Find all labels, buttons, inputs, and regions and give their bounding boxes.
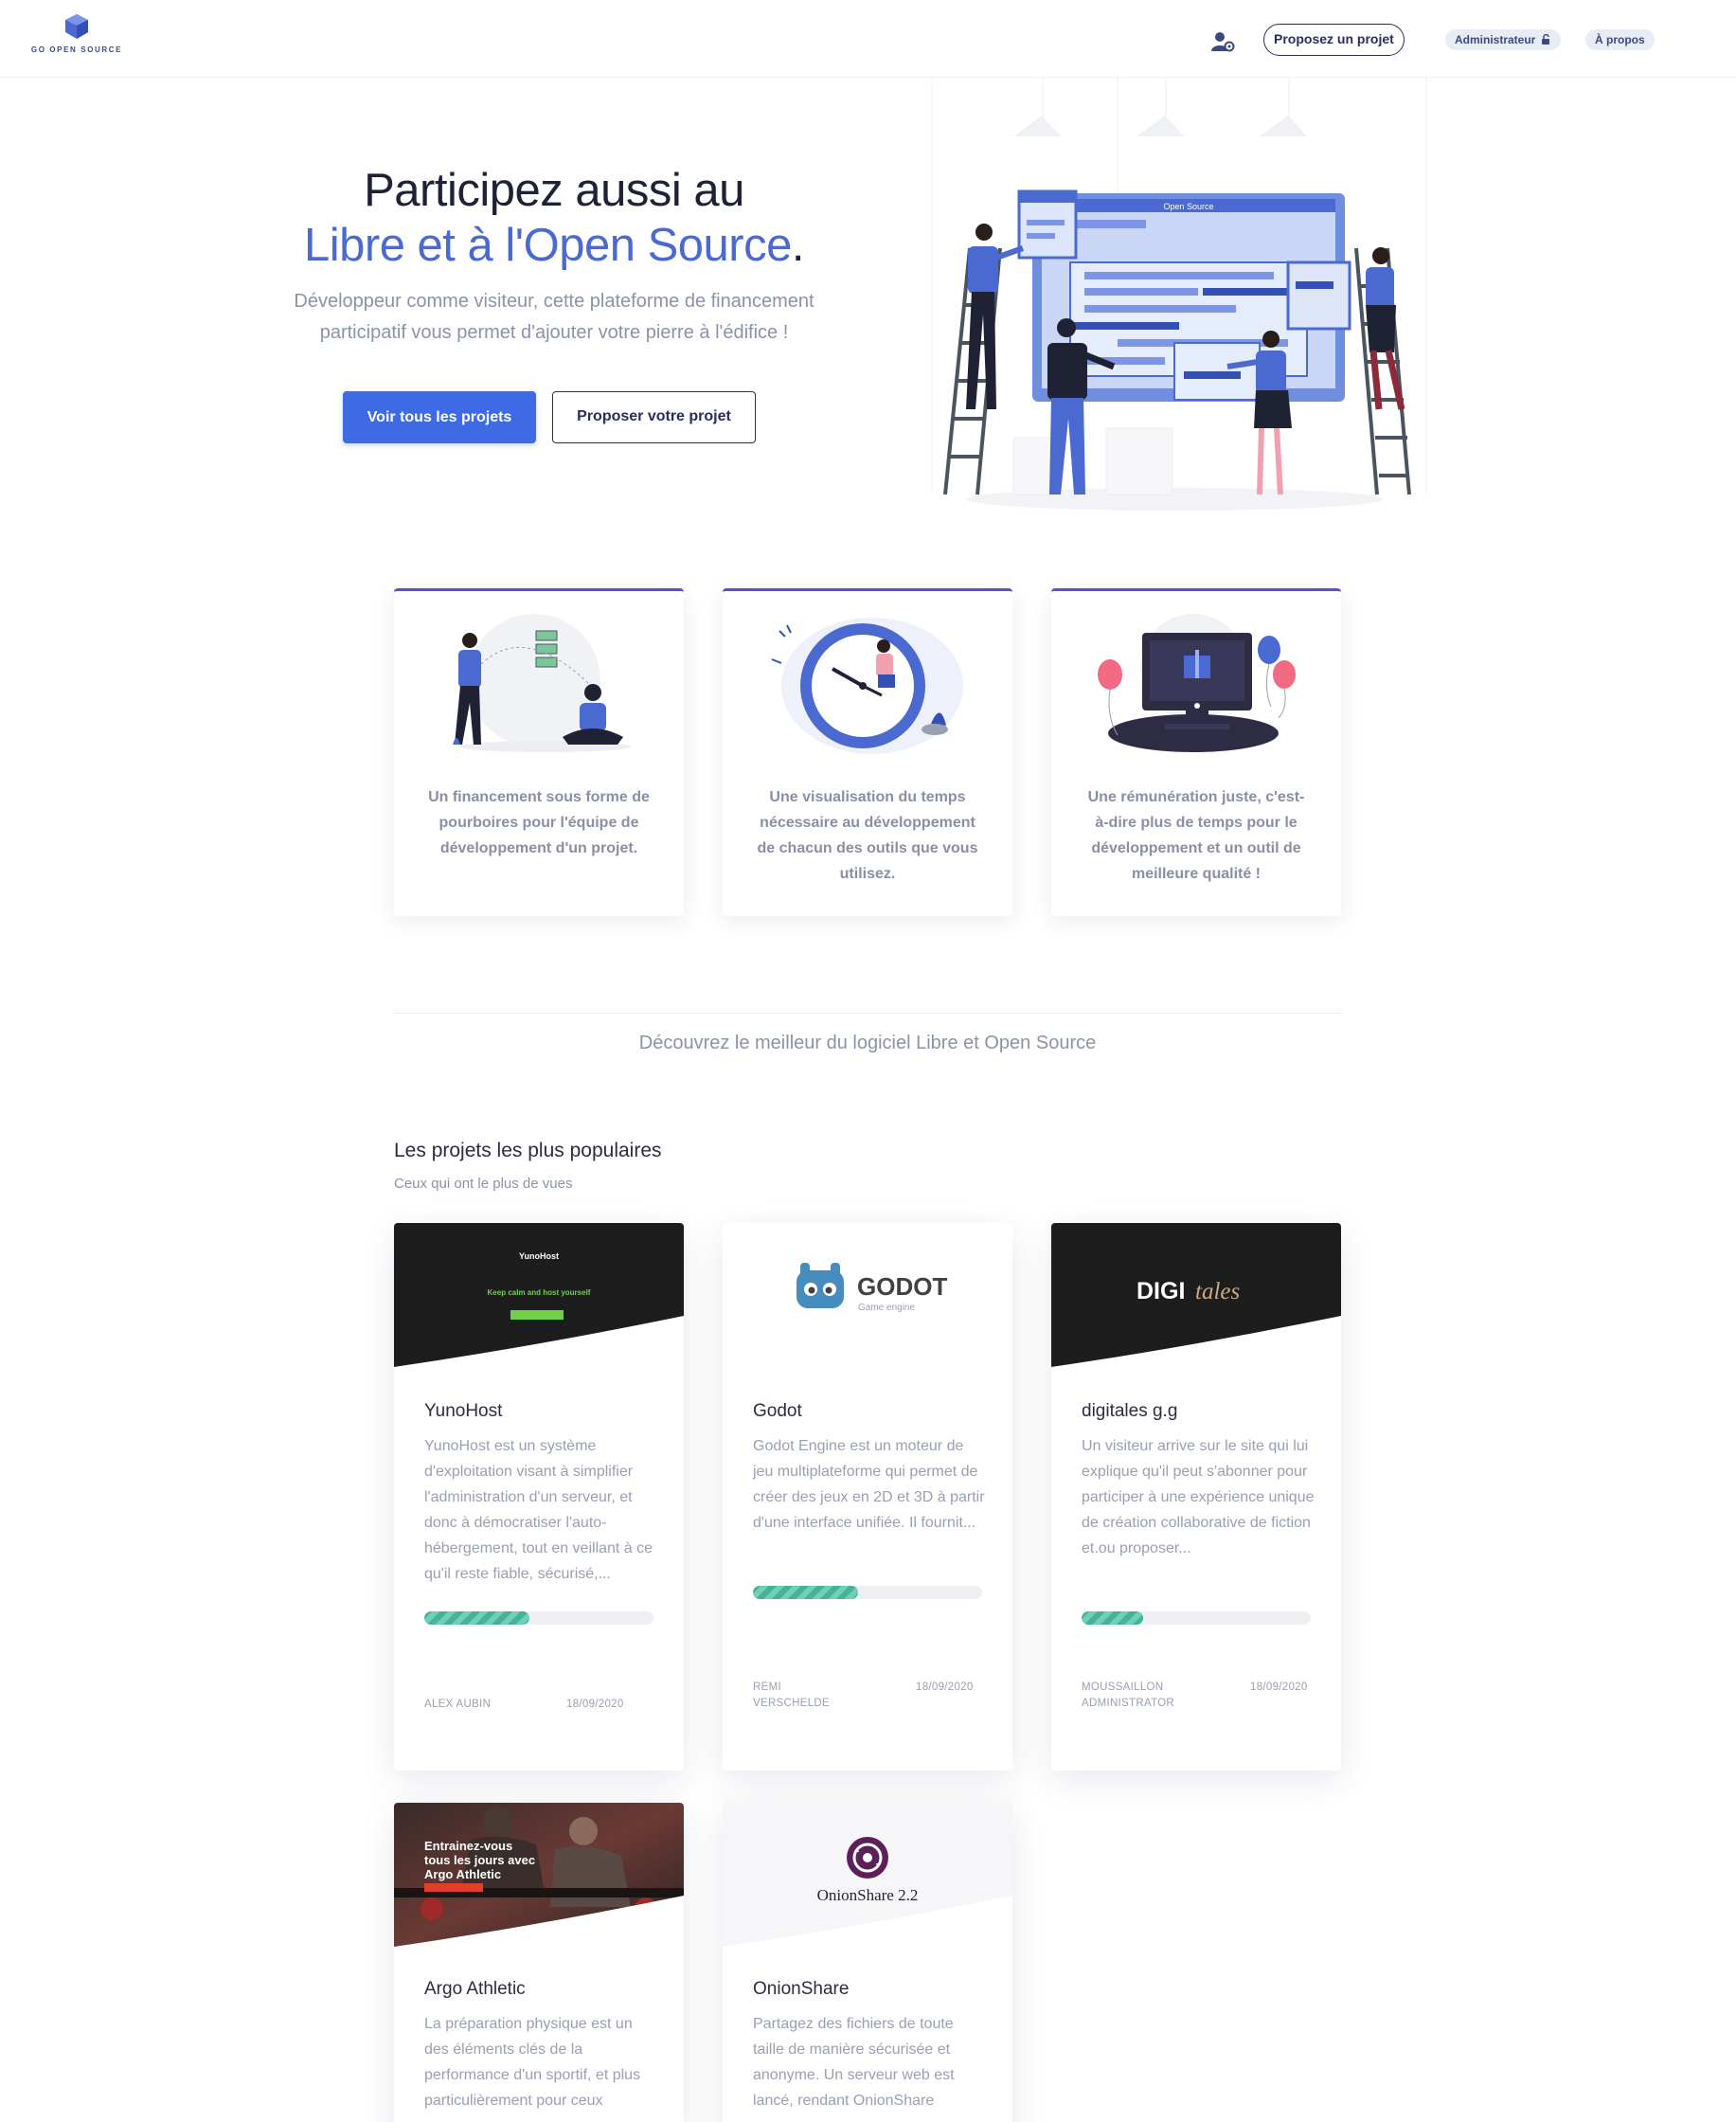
author-line-1: REMI (753, 1681, 781, 1693)
project-author: MOUSSAILLON ADMINISTRATOR (1082, 1680, 1174, 1712)
project-title[interactable]: Godot (753, 1401, 802, 1422)
nav-admin-link[interactable]: Administrateur (1445, 29, 1561, 50)
project-date: 18/09/2020 (916, 1681, 974, 1693)
funding-progress-bar (1082, 1611, 1311, 1625)
hero-subtitle: Développeur comme visiteur, cette platef… (294, 291, 814, 343)
project-thumbnail: Entrainez-vous tous les jours avec Argo … (394, 1803, 684, 1949)
feature-text: Une rémunération juste, c'est-à-dire plu… (1087, 789, 1305, 882)
project-description: YunoHost est un système d'exploitation v… (424, 1438, 653, 1582)
onionshare-logo-icon (847, 1837, 888, 1879)
hero-title-line1: Participez aussi au (364, 165, 744, 216)
feature-text: Une visualisation du temps nécessaire au… (757, 789, 978, 882)
author-line-2: VERSCHELDE (753, 1698, 830, 1709)
funding-progress-bar (753, 1586, 982, 1599)
tips-illustration (453, 614, 631, 752)
feature-card-tips: Un financement sous forme de pourboires … (394, 588, 684, 916)
funding-progress-fill (424, 1611, 530, 1625)
project-description: La préparation physique est un des éléme… (424, 2016, 641, 2109)
funding-progress-fill (1082, 1611, 1144, 1625)
top-navbar: GO OPEN SOURCE Proposez un projet Admini… (0, 0, 1736, 78)
project-description: Partagez des fichiers de toute taille de… (753, 2016, 955, 2109)
project-card-digitales[interactable]: DIGI tales digitales g.g Un visiteur arr… (1051, 1223, 1341, 1771)
project-thumbnail: YunoHost Keep calm and host yourself (394, 1223, 684, 1369)
nav-admin-label: Administrateur (1455, 33, 1536, 46)
argo-text-3: Argo Athletic (424, 1867, 501, 1881)
project-date: 18/09/2020 (1250, 1681, 1308, 1693)
user-settings-icon[interactable] (1210, 30, 1235, 53)
funding-progress-bar (424, 1611, 653, 1625)
project-thumbnail: DIGI tales (1051, 1223, 1341, 1369)
godot-logo-text: GODOT (857, 1272, 947, 1301)
project-title[interactable]: OnionShare (753, 1979, 849, 2000)
hero-title-period: . (791, 220, 805, 271)
project-description: Godot Engine est un moteur de jeu multip… (753, 1438, 985, 1531)
section-divider (394, 1013, 1341, 1014)
illustration-window-label: Open Source (1163, 202, 1213, 211)
lock-open-icon (1541, 33, 1549, 45)
monitor-gift-illustration (1098, 614, 1296, 752)
project-thumbnail: OnionShare 2.2 (723, 1803, 1012, 1949)
onionshare-logo-text: OnionShare 2.2 (817, 1886, 919, 1904)
project-author: ALEX AUBIN (424, 1699, 492, 1710)
project-author: REMI VERSCHELDE (753, 1680, 830, 1712)
clock-illustration (771, 618, 963, 754)
project-title[interactable]: digitales g.g (1082, 1401, 1177, 1422)
feature-card-time: Une visualisation du temps nécessaire au… (723, 588, 1012, 916)
logo-text: GO OPEN SOURCE (30, 45, 123, 54)
hero-title-accent: Libre et à l'Open Source (303, 220, 792, 271)
nav-propose-project-button[interactable]: Proposez un projet (1263, 24, 1405, 56)
see-all-projects-button[interactable]: Voir tous les projets (343, 391, 536, 443)
project-description: Un visiteur arrive sur le site qui lui e… (1082, 1438, 1315, 1556)
hero-title: Participez aussi au Libre et à l'Open So… (227, 163, 881, 273)
popular-projects-subtitle: Ceux qui ont le plus de vues (394, 1176, 573, 1192)
popular-projects-title: Les projets les plus populaires (394, 1140, 662, 1161)
project-thumbnail: GODOT Game engine (723, 1223, 1012, 1369)
yunohost-logo-text: YunoHost (519, 1251, 559, 1261)
logo-icon (65, 14, 88, 39)
nav-about-link[interactable]: À propos (1585, 29, 1655, 50)
godot-tagline: Game engine (858, 1303, 915, 1313)
project-card-onionshare[interactable]: OnionShare 2.2 OnionShare Partagez des f… (723, 1803, 1012, 2122)
discover-heading: Découvrez le meilleur du logiciel Libre … (638, 1033, 1097, 1053)
digitales-logo-b: tales (1195, 1279, 1240, 1304)
argo-text-2: tous les jours avec (424, 1853, 535, 1867)
yunohost-tagline: Keep calm and host yourself (488, 1288, 591, 1297)
digitales-logo-a: DIGI (1136, 1278, 1185, 1304)
logo[interactable]: GO OPEN SOURCE (25, 13, 129, 63)
author-line-2: ADMINISTRATOR (1082, 1698, 1175, 1709)
project-card-yunohost[interactable]: YunoHost Keep calm and host yourself Yun… (394, 1223, 684, 1771)
argo-text-1: Entrainez-vous (424, 1839, 512, 1853)
project-title[interactable]: YunoHost (424, 1401, 502, 1422)
project-card-argo-athletic[interactable]: Entrainez-vous tous les jours avec Argo … (394, 1803, 684, 2122)
funding-progress-fill (753, 1586, 859, 1599)
project-title[interactable]: Argo Athletic (424, 1979, 526, 2000)
propose-project-button[interactable]: Proposer votre projet (552, 391, 756, 443)
feature-card-pay: Une rémunération juste, c'est-à-dire plu… (1051, 588, 1341, 916)
feature-text: Un financement sous forme de pourboires … (428, 789, 650, 856)
hero-illustration: Open Source (931, 78, 1427, 513)
author-line-1: MOUSSAILLON (1082, 1681, 1164, 1693)
project-date: 18/09/2020 (566, 1699, 624, 1710)
project-card-godot[interactable]: GODOT Game engine Godot Godot Engine est… (723, 1223, 1012, 1771)
